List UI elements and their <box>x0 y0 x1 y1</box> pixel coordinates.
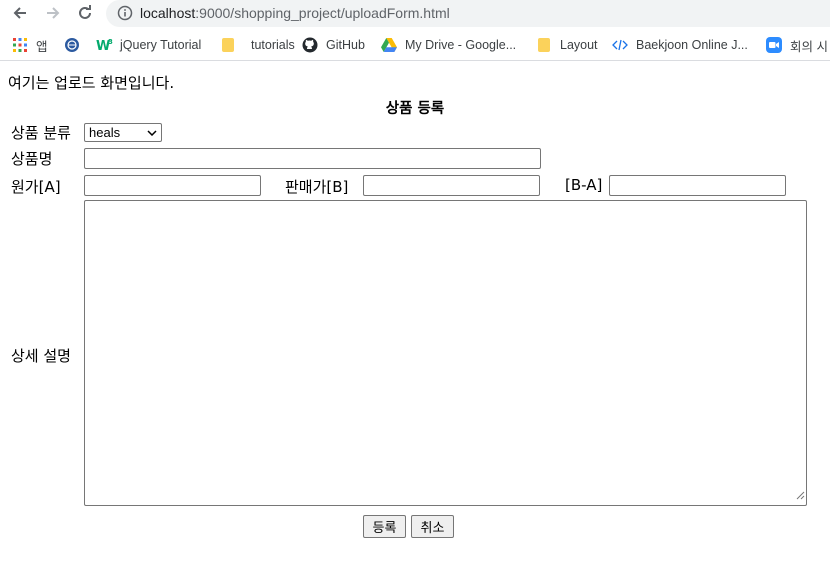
bookmark-label: GitHub <box>326 38 365 52</box>
bookmark-label: 앱 <box>36 39 48 54</box>
bookmark-label: jQuery Tutorial <box>120 38 202 52</box>
product-name-input[interactable] <box>84 148 541 169</box>
bookmark-apps[interactable]: 앱 <box>12 35 48 55</box>
address-bar[interactable]: localhost:9000/shopping_project/uploadFo… <box>106 0 830 27</box>
w3schools-icon: W3 <box>96 37 114 53</box>
detail-textarea[interactable] <box>84 200 807 506</box>
cost-label: 원가[A] <box>11 178 61 196</box>
apps-grid-icon <box>12 37 28 53</box>
url-path: :9000/shopping_project/uploadForm.html <box>195 5 450 21</box>
google-drive-icon <box>381 37 397 53</box>
back-arrow-icon <box>13 7 26 19</box>
folder-icon <box>536 37 552 53</box>
cancel-button[interactable]: 취소 <box>411 515 454 538</box>
bookmark-emblem[interactable] <box>64 35 88 55</box>
bookmark-github[interactable]: GitHub <box>302 35 365 55</box>
url-host: localhost <box>140 5 196 21</box>
cost-input[interactable] <box>84 175 261 196</box>
folder-icon <box>220 37 236 53</box>
reload-icon <box>79 5 91 19</box>
detail-label: 상세 설명 <box>11 347 71 365</box>
bookmark-label: Layout <box>560 38 598 52</box>
info-icon[interactable] <box>116 4 134 22</box>
product-name-label: 상품명 <box>11 150 53 168</box>
bookmark-label: Baekjoon Online J... <box>636 38 748 52</box>
code-icon <box>612 37 628 53</box>
price-input[interactable] <box>363 175 540 196</box>
margin-input[interactable] <box>609 175 786 196</box>
bookmark-my-drive[interactable]: My Drive - Google... <box>381 35 516 55</box>
page-content: 여기는 업로드 화면입니다. 상품 등록 상품 분류 heals 상품명 원가[… <box>0 62 830 564</box>
form-title: 상품 등록 <box>385 101 445 117</box>
category-label: 상품 분류 <box>11 124 71 142</box>
submit-button[interactable]: 등록 <box>363 515 406 538</box>
svg-text:3: 3 <box>108 38 113 46</box>
bookmark-label: My Drive - Google... <box>405 38 517 52</box>
bookmark-label: tutorials <box>251 38 295 52</box>
bookmark-zoom-meeting[interactable]: 회의 시 <box>766 35 828 55</box>
reload-button[interactable] <box>73 2 97 24</box>
bookmark-layout[interactable]: Layout <box>536 35 598 55</box>
bookmark-tutorials[interactable]: tutorials <box>220 35 295 55</box>
site-emblem-icon <box>64 37 80 53</box>
price-label: 판매가[B] <box>285 178 349 196</box>
category-selected-value: heals <box>89 125 121 140</box>
browser-toolbar: localhost:9000/shopping_project/uploadFo… <box>0 0 830 27</box>
bookmarks-bar: 앱 W3 jQuery Tutorial tutorials GitHub My… <box>0 30 830 61</box>
forward-button[interactable] <box>41 2 65 24</box>
forward-arrow-icon <box>47 7 60 19</box>
url-text: localhost:9000/shopping_project/uploadFo… <box>140 4 450 22</box>
chevron-down-icon <box>147 129 157 136</box>
margin-label: [B-A] <box>565 176 603 194</box>
bookmark-label: 회의 시 <box>790 39 828 54</box>
bookmark-baekjoon[interactable]: Baekjoon Online J... <box>612 35 748 55</box>
bookmark-jquery-tutorial[interactable]: W3 jQuery Tutorial <box>96 35 201 55</box>
zoom-icon <box>766 37 782 53</box>
github-icon <box>302 37 318 53</box>
category-select[interactable]: heals <box>84 123 162 142</box>
intro-text: 여기는 업로드 화면입니다. <box>8 74 175 92</box>
back-button[interactable] <box>8 2 32 24</box>
resize-grip-icon[interactable] <box>796 485 805 504</box>
